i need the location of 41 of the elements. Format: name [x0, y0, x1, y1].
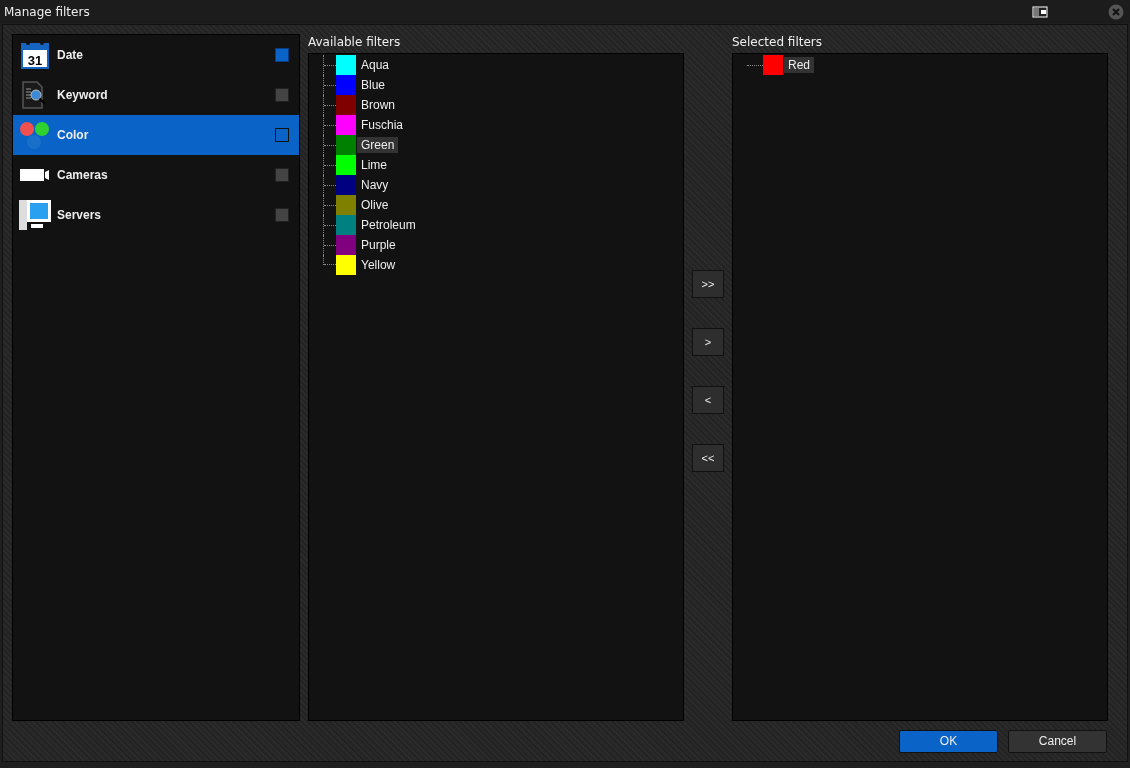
transfer-button[interactable]: > — [692, 328, 724, 356]
cancel-button[interactable]: Cancel — [1008, 729, 1107, 753]
ok-button[interactable]: OK — [899, 729, 998, 753]
color-circles-icon — [19, 120, 51, 150]
category-item[interactable]: 31 Date — [13, 35, 299, 75]
checkbox[interactable] — [275, 208, 289, 222]
close-icon[interactable] — [1108, 3, 1124, 20]
panel-title: Available filters — [308, 34, 402, 51]
transfer-button[interactable]: >> — [692, 270, 724, 298]
category-label: Servers — [57, 208, 103, 222]
filter-item[interactable]: Yellow — [357, 257, 400, 273]
filter-item[interactable]: Navy — [357, 177, 393, 193]
restore-icon[interactable] — [1032, 5, 1048, 18]
filter-item[interactable]: Brown — [357, 97, 399, 113]
filter-item[interactable]: Lime — [357, 157, 391, 173]
category-item[interactable]: Color — [13, 115, 299, 155]
transfer-button[interactable]: < — [692, 386, 724, 414]
category-label: Color — [57, 128, 90, 142]
window-title: Manage filters — [4, 4, 90, 19]
checkbox[interactable] — [275, 168, 289, 182]
category-label: Cameras — [57, 168, 109, 182]
filter-item[interactable]: Red — [784, 57, 814, 73]
category-item[interactable]: Cameras — [13, 155, 299, 195]
checkbox[interactable] — [275, 88, 289, 102]
category-label: Keyword — [57, 88, 109, 102]
checkbox[interactable] — [275, 128, 289, 142]
category-item[interactable]: Keyword — [13, 75, 299, 115]
category-label: Date — [57, 48, 84, 62]
filter-item[interactable]: Blue — [357, 77, 390, 93]
filter-item[interactable]: Aqua — [357, 57, 394, 73]
filter-item[interactable]: Olive — [357, 197, 393, 213]
filter-item[interactable]: Purple — [357, 237, 400, 253]
checkbox[interactable] — [275, 48, 289, 62]
calendar-icon: 31 — [20, 40, 50, 70]
filter-item[interactable]: Green — [357, 137, 399, 153]
transfer-button[interactable]: << — [692, 444, 724, 472]
filter-item[interactable]: Petroleum — [357, 217, 420, 233]
filter-item[interactable]: Fuschia — [357, 117, 408, 133]
computer-icon — [19, 199, 51, 231]
category-item[interactable]: Servers — [13, 195, 299, 235]
panel-title: Selected filters — [732, 34, 823, 51]
